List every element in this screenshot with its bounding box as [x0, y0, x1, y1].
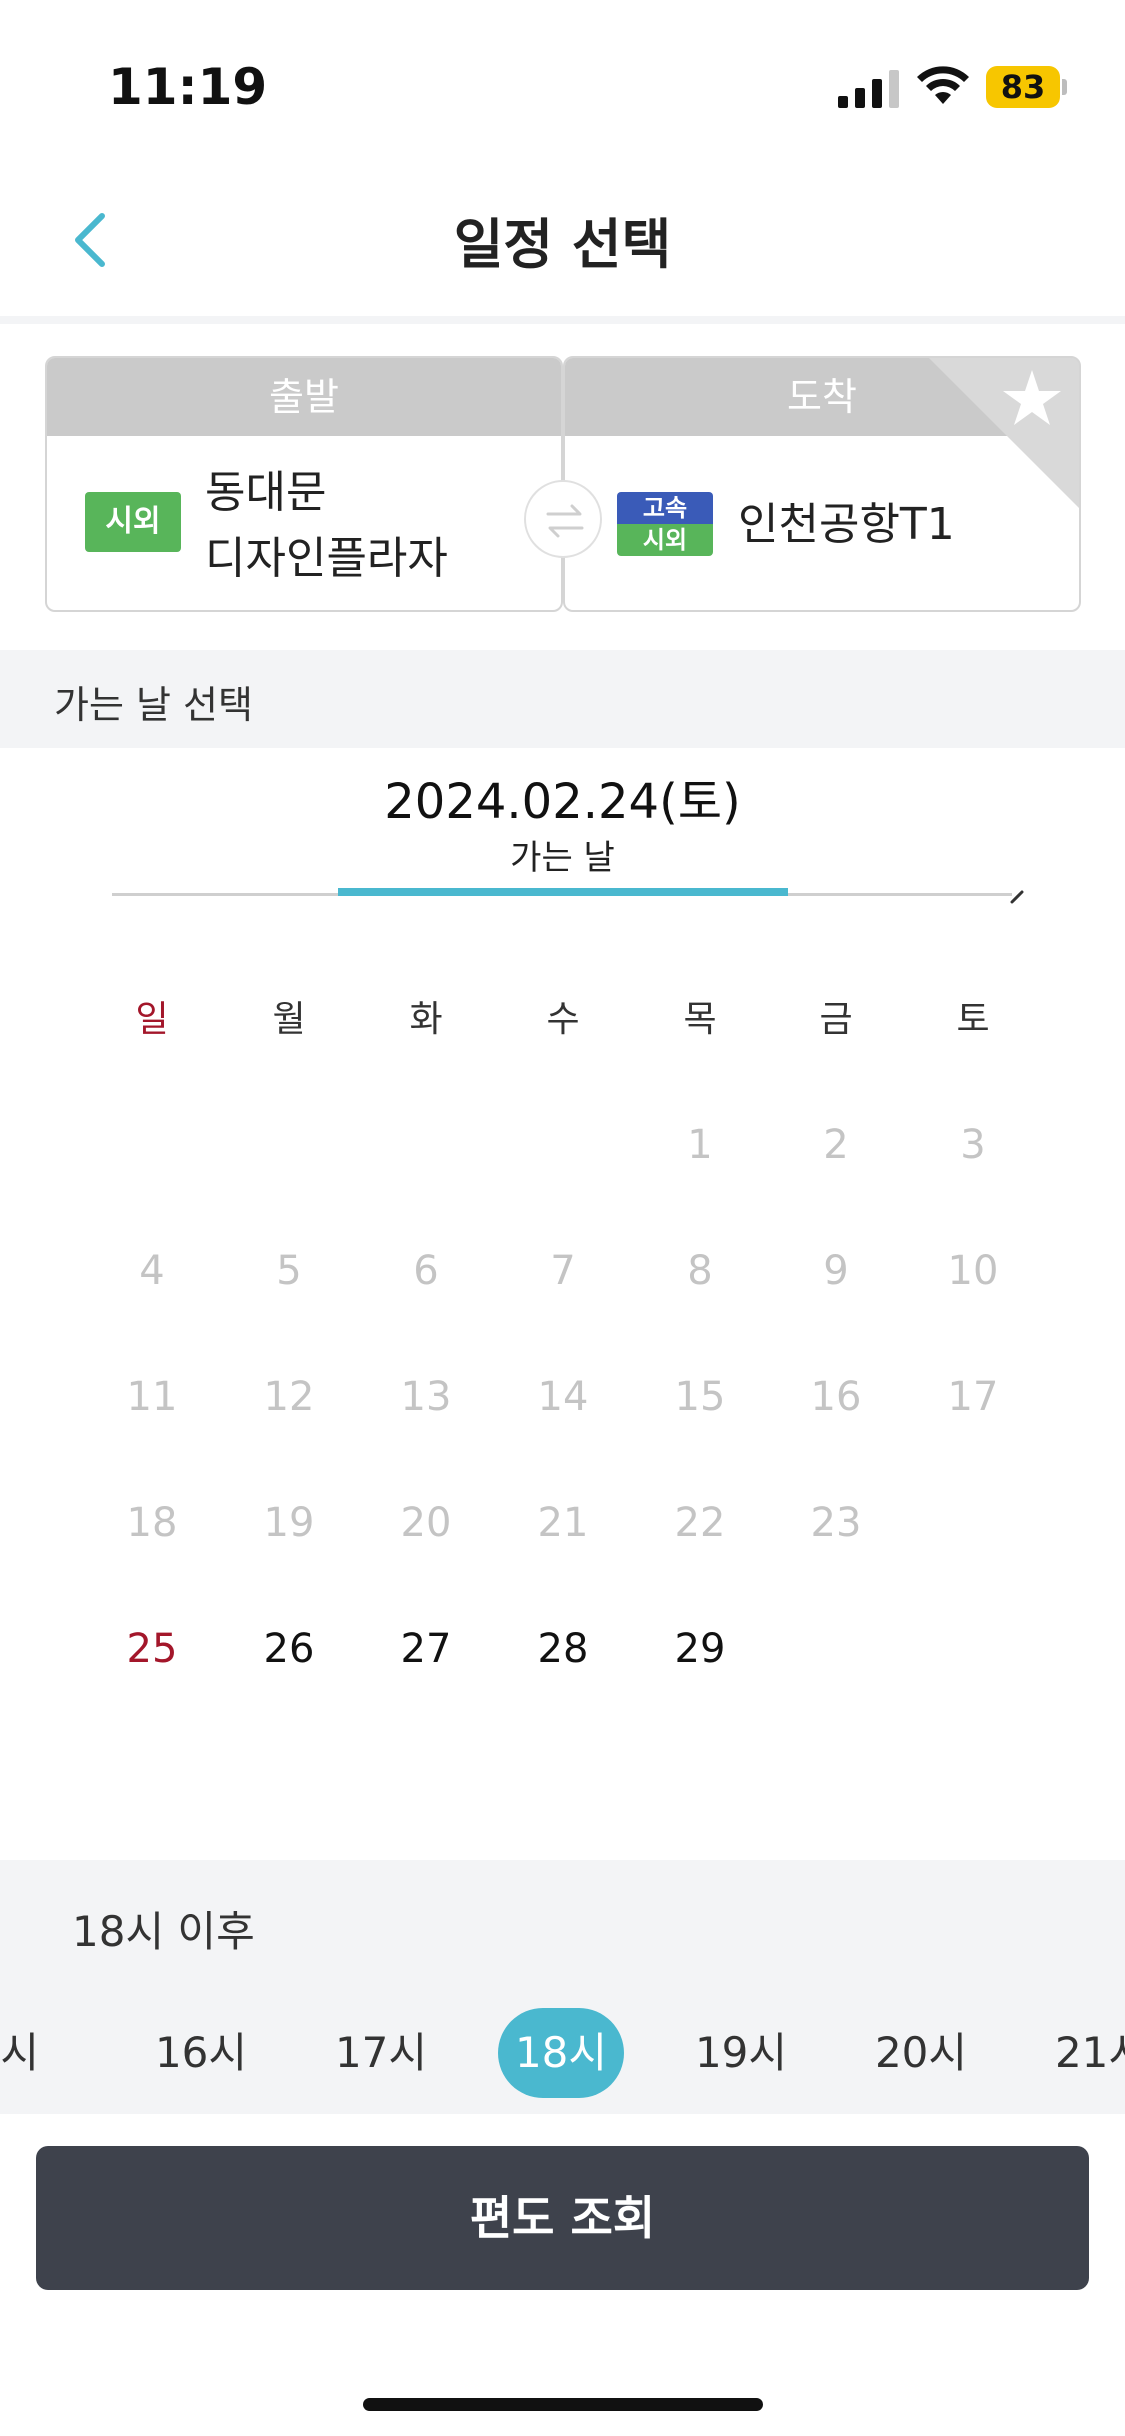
calendar-day-disabled: 19: [263, 1500, 315, 1546]
weekday-label: 화: [409, 999, 443, 1040]
calendar-day[interactable]: 27: [376, 1604, 476, 1694]
calendar-day-disabled: 18: [126, 1500, 178, 1546]
time-chip-selected[interactable]: 18시: [498, 2008, 624, 2098]
calendar-day-selected[interactable]: 24: [923, 1478, 1023, 1568]
status-bar: 11:19 83: [0, 0, 1125, 170]
page-title: 일정 선택: [453, 213, 672, 276]
calendar-day-disabled: 7: [550, 1248, 576, 1294]
calendar-day-disabled: 1: [687, 1122, 713, 1168]
calendar-day[interactable]: 26: [239, 1604, 339, 1694]
calendar-day-disabled: 20: [400, 1500, 452, 1546]
header: 일정 선택: [0, 170, 1125, 320]
calendar-day-disabled: 14: [537, 1374, 589, 1420]
divider: [0, 316, 1125, 324]
calendar-day-disabled: 12: [263, 1374, 315, 1420]
departure-card[interactable]: 출발 시외 동대문 디자인플라자: [45, 356, 563, 612]
selected-date-label: 가는 날: [510, 838, 615, 878]
time-chip[interactable]: 16시: [138, 2008, 264, 2098]
arrival-name: 인천공항T1: [738, 499, 955, 550]
time-chip[interactable]: 20시: [858, 2008, 984, 2098]
favorite-star-icon[interactable]: [929, 358, 1079, 508]
calendar-day-disabled: 15: [674, 1374, 726, 1420]
swap-arrows-icon: [546, 504, 584, 538]
time-chip[interactable]: 15시: [0, 2008, 56, 2098]
weekday-label: 토: [956, 999, 990, 1040]
departure-name: 동대문 디자인플라자: [205, 460, 448, 592]
time-filter-label: 18시 이후: [72, 1907, 255, 1956]
weekday-label: 금: [819, 999, 853, 1040]
one-way-search-button[interactable]: 편도 조회: [36, 2146, 1089, 2290]
calendar-day-disabled: 13: [400, 1374, 452, 1420]
calendar-day-disabled: 21: [537, 1500, 589, 1546]
section-title: 가는 날 선택: [54, 683, 253, 727]
selected-date: 2024.02.24(토): [384, 774, 741, 830]
calendar-day-disabled: 4: [139, 1248, 165, 1294]
calendar-day-disabled: 11: [126, 1374, 178, 1420]
time-chip[interactable]: 19시: [678, 2008, 804, 2098]
calendar-day-disabled: 2: [823, 1122, 849, 1168]
weekday-label: 수: [546, 999, 580, 1040]
weekday-label: 목: [683, 999, 717, 1040]
calendar-day-disabled: 5: [276, 1248, 302, 1294]
calendar-day-disabled: 9: [823, 1248, 849, 1294]
calendar-day-disabled: 17: [947, 1374, 999, 1420]
express-badge: 고속: [617, 492, 713, 524]
status-time: 11:19: [108, 58, 268, 116]
departure-name-line1: 동대문: [205, 467, 327, 518]
battery-icon: 83: [986, 66, 1067, 108]
departure-name-line2: 디자인플라자: [205, 533, 448, 584]
arrival-card[interactable]: 도착 고속 시외 인천공항T1: [563, 356, 1081, 612]
calendar-day-disabled: 16: [810, 1374, 862, 1420]
calendar-day-disabled: 22: [674, 1500, 726, 1546]
calendar-day-disabled: 23: [810, 1500, 862, 1546]
calendar-day-disabled: 6: [413, 1248, 439, 1294]
calendar-day[interactable]: 28: [513, 1604, 613, 1694]
swap-route-button[interactable]: [524, 480, 602, 558]
cellular-signal-icon: [838, 70, 899, 108]
departure-header: 출발: [47, 358, 561, 436]
calendar-day-disabled: 3: [960, 1122, 986, 1168]
wifi-icon: [917, 66, 969, 104]
time-chip[interactable]: 21시: [1038, 2008, 1125, 2098]
weekday-label: 일: [135, 999, 169, 1040]
calendar-day[interactable]: 25: [102, 1604, 202, 1694]
date-section-header: 가는 날 선택: [0, 650, 1125, 748]
next-month-icon[interactable]: [1008, 886, 1028, 904]
calendar-day-disabled: 10: [947, 1248, 999, 1294]
calendar-day-disabled: 8: [687, 1248, 713, 1294]
terminal-type-badge: 고속 시외: [617, 492, 713, 556]
weekday-label: 월: [272, 999, 306, 1040]
time-chip[interactable]: 17시: [318, 2008, 444, 2098]
intercity-badge: 시외: [617, 524, 713, 556]
active-tab-indicator: [338, 888, 788, 896]
home-indicator: [363, 2398, 763, 2411]
intercity-badge: 시외: [85, 492, 181, 552]
time-filter-panel: 18시 이후 15시 16시 17시 18시 19시 20시 21시: [0, 1860, 1125, 2114]
calendar-day[interactable]: 29: [650, 1604, 750, 1694]
battery-level: 83: [1000, 68, 1046, 106]
